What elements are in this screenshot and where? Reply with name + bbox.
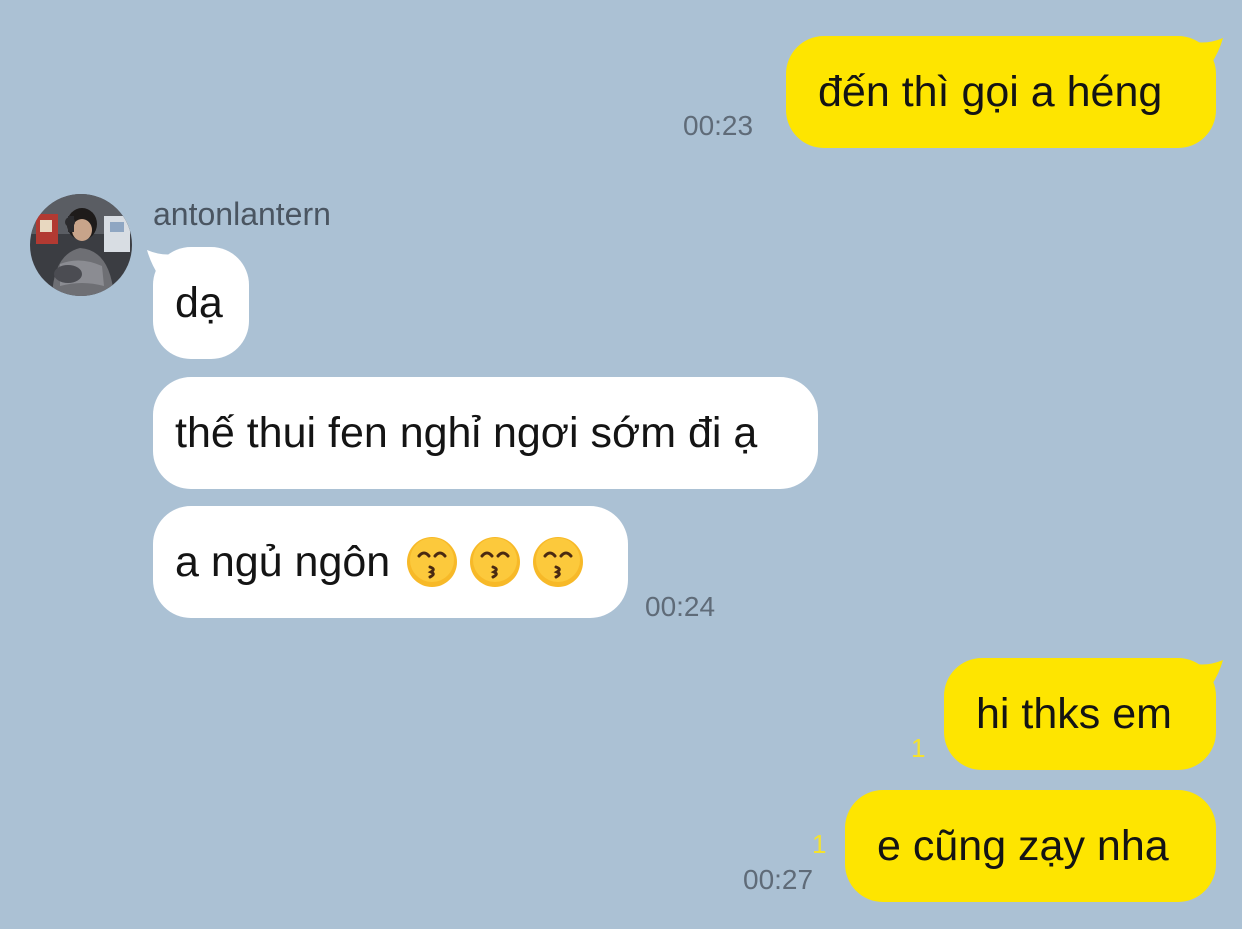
- kissing-face-with-smiling-eyes-icon: [470, 537, 521, 587]
- message-bubble-incoming[interactable]: thế thui fen nghỉ ngơi sớm đi ạ: [153, 377, 818, 489]
- message-text: hi thks em: [976, 689, 1172, 738]
- message-time: 00:23: [683, 110, 754, 141]
- message-text: a ngủ ngôn: [175, 537, 391, 586]
- message-bubble-incoming[interactable]: a ngủ ngôn: [153, 506, 628, 618]
- message-bubble-outgoing[interactable]: e cũng zạy nha: [845, 790, 1216, 902]
- kissing-face-with-smiling-eyes-icon: [533, 537, 584, 587]
- sender-name: antonlantern: [153, 196, 331, 232]
- message-text: thế thui fen nghỉ ngơi sớm đi ạ: [175, 408, 758, 457]
- unread-count: 1: [911, 733, 926, 763]
- message-time: 00:27: [743, 864, 814, 895]
- message-text: đến thì gọi a héng: [818, 67, 1163, 116]
- message-time: 00:24: [645, 591, 716, 622]
- contact-avatar[interactable]: [30, 194, 132, 296]
- message-bubble-incoming[interactable]: dạ: [153, 247, 249, 359]
- unread-count: 1: [812, 829, 827, 859]
- message-text: dạ: [175, 278, 223, 327]
- message-bubble-outgoing[interactable]: hi thks em: [944, 658, 1216, 770]
- message-bubble-outgoing[interactable]: đến thì gọi a héng: [786, 36, 1216, 148]
- kissing-face-with-smiling-eyes-icon: [407, 537, 458, 587]
- profile-photo-icon: [30, 194, 132, 296]
- message-text: e cũng zạy nha: [877, 821, 1169, 870]
